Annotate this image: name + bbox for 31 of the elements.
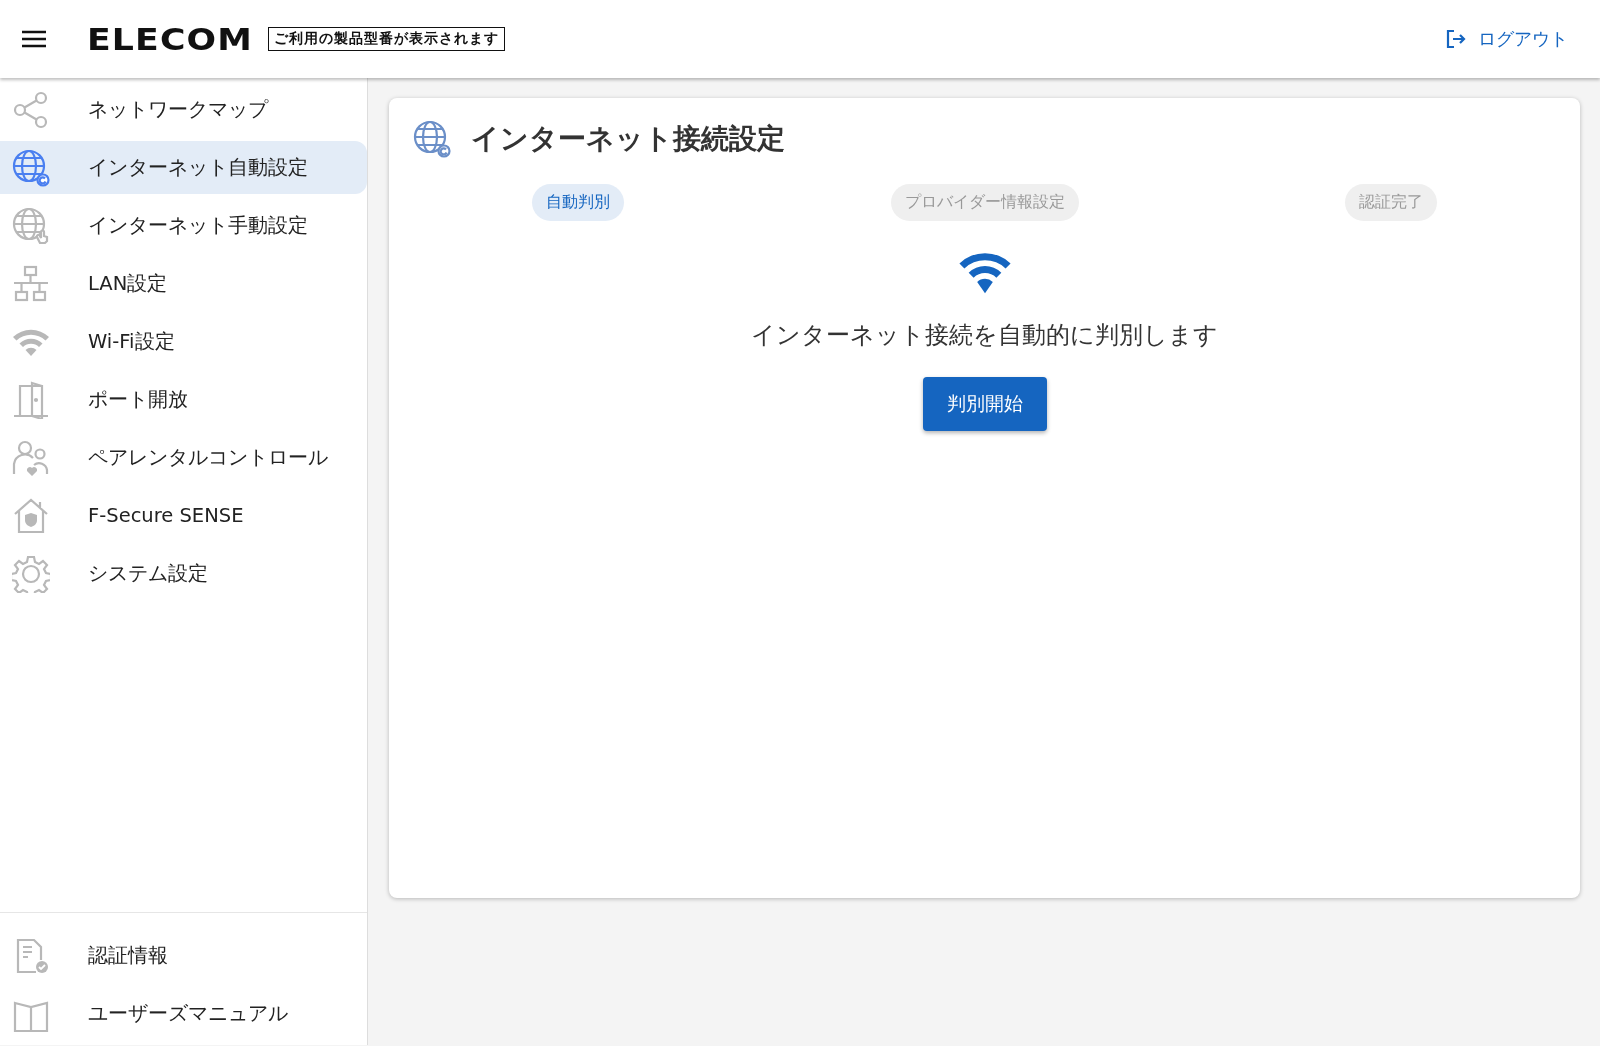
sidebar-item[interactable]: F-Secure SENSE <box>0 489 367 542</box>
sidebar-item[interactable]: ユーザーズマニュアル <box>0 987 367 1040</box>
family-icon <box>12 438 50 477</box>
logo: ELECOM <box>87 21 253 57</box>
sidebar-item[interactable]: システム設定 <box>0 547 367 600</box>
menu-icon[interactable] <box>22 30 46 48</box>
door-icon <box>12 380 50 419</box>
share-icon <box>12 90 50 129</box>
sidebar-item[interactable]: 認証情報 <box>0 929 367 982</box>
globe-icon <box>413 120 451 158</box>
logout-icon <box>1446 29 1466 49</box>
globe-icon <box>12 206 50 245</box>
network-icon <box>12 264 50 303</box>
description-text: インターネット接続を自動的に判別します <box>751 320 1218 351</box>
sidebar-item[interactable]: LAN設定 <box>0 257 367 310</box>
step-label: 認証完了 <box>1345 184 1437 221</box>
logout-button[interactable]: ログアウト <box>1440 26 1574 52</box>
sidebar-item[interactable]: インターネット手動設定 <box>0 199 367 252</box>
house-shield-icon <box>12 496 50 535</box>
sidebar-item[interactable]: ポート開放 <box>0 373 367 426</box>
sidebar-item[interactable]: Wi-Fi設定 <box>0 315 367 368</box>
sidebar-item[interactable]: ペアレンタルコントロール <box>0 431 367 484</box>
gear-icon <box>12 554 50 593</box>
start-button[interactable]: 判別開始 <box>922 377 1047 431</box>
sidebar-item[interactable]: インターネット自動設定 <box>0 141 367 194</box>
model-label: ご利用の製品型番が表示されます <box>268 27 506 51</box>
sidebar-item[interactable]: ネットワークマップ <box>0 83 367 136</box>
page-title: インターネット接続設定 <box>471 121 785 157</box>
step-label: 自動判別 <box>532 184 624 221</box>
globe-icon <box>12 148 50 187</box>
step-label: プロバイダー情報設定 <box>890 184 1079 221</box>
